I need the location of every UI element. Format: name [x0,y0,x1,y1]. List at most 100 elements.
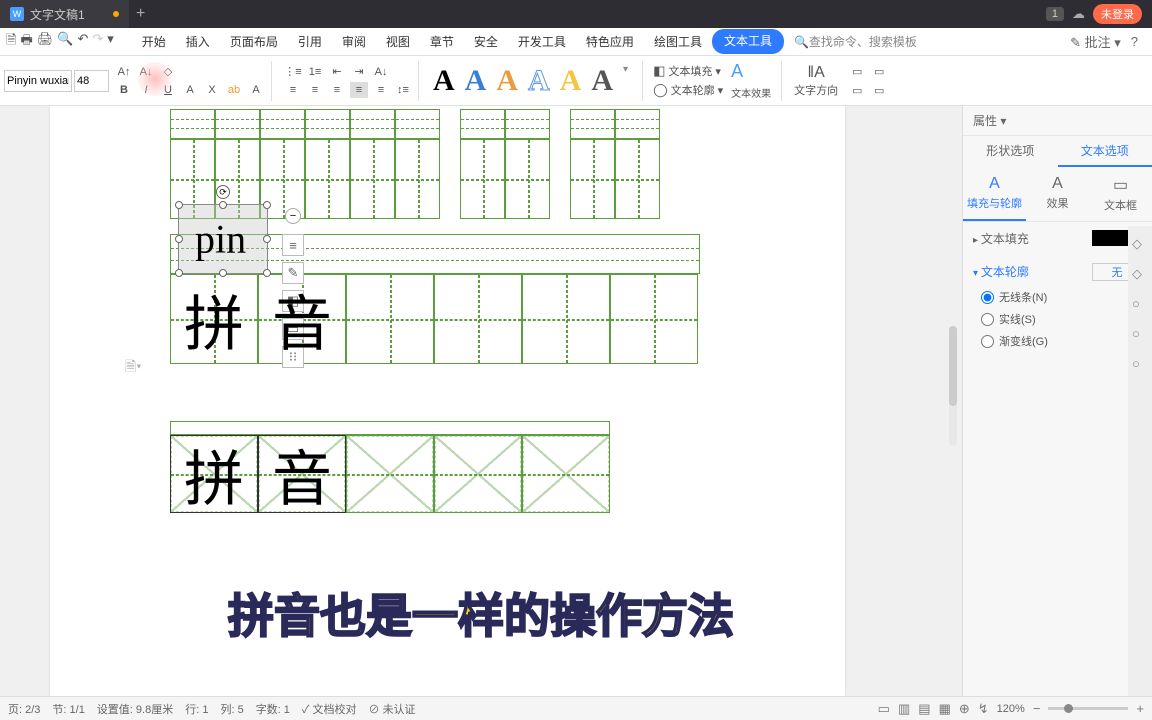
font-color-icon[interactable]: A [181,82,199,98]
status-proof[interactable]: ✓ 文档校对 [302,701,357,717]
print-icon[interactable]: 🖨 [37,31,54,53]
distribute-icon[interactable]: ≡ [372,82,390,98]
tab-text-options[interactable]: 文本选项 [1058,136,1152,167]
outline-icon[interactable]: ↯ [978,701,989,717]
menu-review[interactable]: 审阅 [332,29,376,54]
zoom-out-icon[interactable]: − [1033,701,1041,716]
status-page[interactable]: 页: 2/3 [8,701,40,717]
view-mode-3-icon[interactable]: ▤ [918,701,930,717]
style-4[interactable]: A [528,64,550,98]
sort-icon[interactable]: A↓ [372,64,390,80]
status-chars[interactable]: 字数: 1 [256,701,290,717]
annotate-button[interactable]: ✎ 批注 ▾ [1070,32,1121,51]
resize-handle[interactable] [263,201,271,209]
page-side-icon[interactable]: 🗎▾ [125,356,141,380]
rotate-handle-icon[interactable]: ⟳ [216,185,230,199]
font-size-select[interactable] [74,70,109,92]
resize-handle[interactable] [263,235,271,243]
style-1[interactable]: A [433,64,455,98]
zoom-in-icon[interactable]: + [1136,701,1144,716]
radio-no-line[interactable]: 无线条(N) [981,286,1142,308]
web-icon[interactable]: ⊕ [959,701,970,717]
style-5[interactable]: A [560,64,582,98]
side-tab-icon[interactable]: ◇ [1132,266,1148,282]
styles-more-icon[interactable]: ▾ [623,64,628,98]
img-align-4-icon[interactable]: ▭ [870,82,888,98]
document-tab[interactable]: W 文字文稿1 [0,0,129,28]
menu-view[interactable]: 视图 [376,29,420,54]
align-right-icon[interactable]: ≡ [328,82,346,98]
selected-textbox[interactable]: ⟳ pin [178,204,268,274]
subtab-textbox[interactable]: ▭文本框 [1089,167,1152,221]
menu-start[interactable]: 开始 [132,29,176,54]
section-text-outline[interactable]: 文本轮廓无 [973,263,1142,280]
qat-more-icon[interactable]: ▾ [107,31,114,53]
subtab-fill-outline[interactable]: A填充与轮廓 [963,167,1026,221]
panel-scrollbar[interactable] [949,326,957,446]
img-align-3-icon[interactable]: ▭ [848,82,866,98]
menu-text-tools[interactable]: 文本工具 [712,29,784,54]
tab-shape-options[interactable]: 形状选项 [963,136,1058,167]
strikethrough-icon[interactable]: X [203,82,221,98]
img-align-2-icon[interactable]: ▭ [870,63,888,79]
menu-layout[interactable]: 页面布局 [220,29,288,54]
radio-gradient-line[interactable]: 渐变线(G) [981,330,1142,352]
status-section[interactable]: 节: 1/1 [52,701,84,717]
align-center-icon[interactable]: ≡ [306,82,324,98]
radio-solid-line[interactable]: 实线(S) [981,308,1142,330]
status-line[interactable]: 行: 1 [185,701,208,717]
resize-handle[interactable] [263,269,271,277]
save-icon[interactable]: 🖶 [20,31,32,53]
layout-options-icon[interactable]: ≡ [282,234,304,256]
style-2[interactable]: A [465,64,487,98]
text-fill-dropdown[interactable]: ◧文本填充 ▾ [653,63,723,79]
section-text-fill[interactable]: 文本填充 [973,230,1142,247]
resize-handle[interactable] [175,201,183,209]
side-tab-icon[interactable]: ○ [1132,296,1148,312]
bold-icon[interactable]: B [115,82,133,98]
img-align-1-icon[interactable]: ▭ [848,63,866,79]
new-tab-button[interactable]: + [129,5,153,23]
resize-handle[interactable] [175,269,183,277]
font-name-select[interactable] [4,70,72,92]
indent-dec-icon[interactable]: ⇤ [328,64,346,80]
style-6[interactable]: A [591,64,613,98]
notification-badge[interactable]: 1 [1046,7,1064,21]
numbering-icon[interactable]: 1≡ [306,64,324,80]
open-icon[interactable]: 🗎 [6,31,16,53]
increase-font-icon[interactable]: A↑ [115,64,133,80]
side-tab-icon[interactable]: ◇ [1132,236,1148,252]
undo-icon[interactable]: ↶ [77,31,88,53]
resize-handle[interactable] [175,235,183,243]
status-position[interactable]: 设置值: 9.8厘米 [97,701,173,717]
bullets-icon[interactable]: ⋮≡ [284,64,302,80]
menu-special[interactable]: 特色应用 [576,29,644,54]
char-border-icon[interactable]: A [247,82,265,98]
menu-draw[interactable]: 绘图工具 [644,29,712,54]
view-mode-2-icon[interactable]: ▥ [898,701,910,717]
align-left-icon[interactable]: ≡ [284,82,302,98]
menu-dev[interactable]: 开发工具 [508,29,576,54]
side-tab-icon[interactable]: ○ [1132,326,1148,342]
login-button[interactable]: 未登录 [1093,4,1142,24]
resize-handle[interactable] [219,201,227,209]
text-styles-gallery[interactable]: A A A A A A ▾ [425,64,636,98]
zoom-slider[interactable] [1048,707,1128,710]
indent-inc-icon[interactable]: ⇥ [350,64,368,80]
redo-icon[interactable]: ↷ [92,31,103,53]
menu-chapter[interactable]: 章节 [420,29,464,54]
menu-insert[interactable]: 插入 [176,29,220,54]
style-3[interactable]: A [496,64,518,98]
cloud-icon[interactable]: ☁ [1072,6,1085,22]
subtab-effects[interactable]: A效果 [1026,167,1089,221]
status-cert[interactable]: ⊘ 未认证 [369,701,416,717]
line-spacing-icon[interactable]: ↕≡ [394,82,412,98]
view-mode-4-icon[interactable]: ▦ [939,701,951,717]
highlight-icon[interactable]: ab [225,82,243,98]
menu-security[interactable]: 安全 [464,29,508,54]
help-icon[interactable]: ? [1131,34,1138,49]
zoom-level[interactable]: 120% [997,703,1025,715]
align-justify-icon[interactable]: ≡ [350,82,368,98]
text-effect-dropdown[interactable]: A [731,61,771,82]
view-mode-1-icon[interactable]: ▭ [878,701,890,717]
